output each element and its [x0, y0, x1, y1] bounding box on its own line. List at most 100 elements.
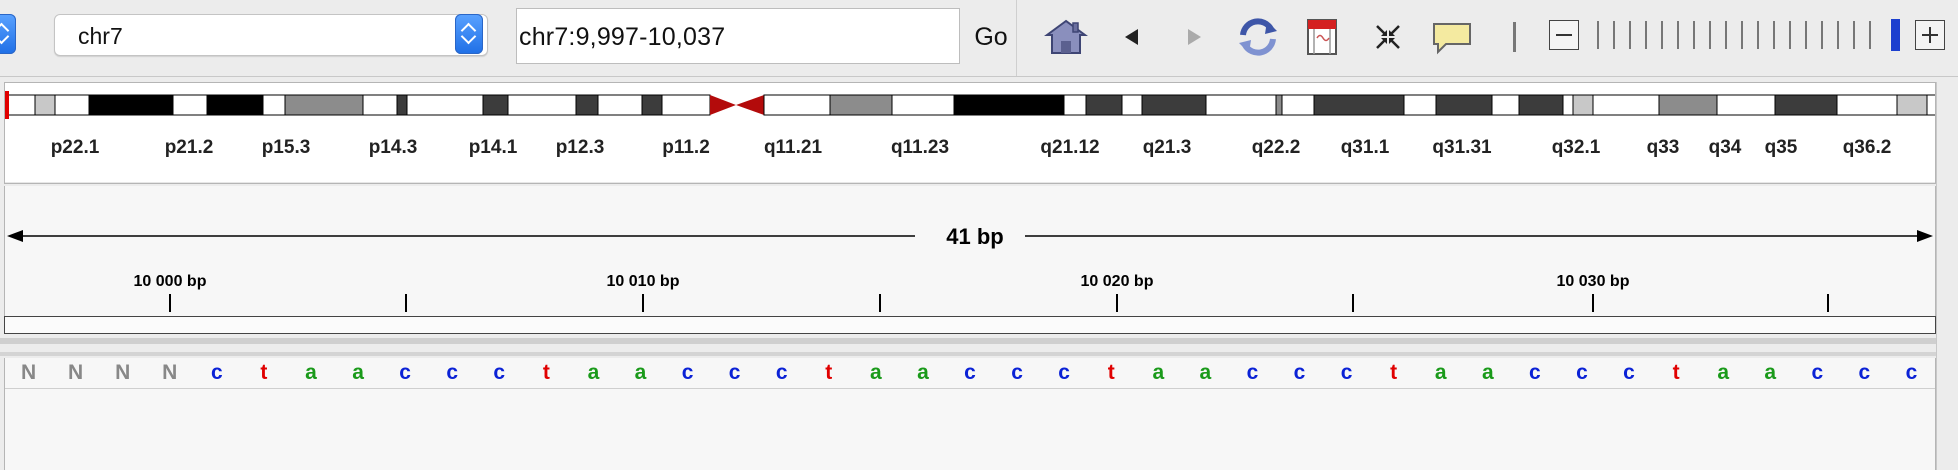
- cytoband[interactable]: [172, 94, 208, 116]
- cytoband[interactable]: [54, 94, 90, 116]
- region-of-interest-icon[interactable]: [1298, 12, 1346, 62]
- cytoband[interactable]: [641, 94, 663, 116]
- cytoband[interactable]: [6, 94, 36, 116]
- cytoband[interactable]: [1085, 94, 1123, 116]
- fit-window-icon[interactable]: [1364, 12, 1412, 62]
- zoom-tick[interactable]: [1693, 21, 1695, 49]
- cytoband[interactable]: [88, 94, 174, 116]
- base-c[interactable]: c: [1290, 361, 1310, 385]
- zoom-tick[interactable]: [1853, 21, 1855, 49]
- cytoband[interactable]: [406, 94, 484, 116]
- base-a[interactable]: a: [348, 361, 368, 385]
- cytoband[interactable]: [1141, 94, 1207, 116]
- base-a[interactable]: a: [583, 361, 603, 385]
- base-c[interactable]: c: [1525, 361, 1545, 385]
- cytoband[interactable]: [1491, 94, 1520, 116]
- chevron-up-down-icon[interactable]: [455, 14, 483, 54]
- cytoband[interactable]: [482, 94, 509, 116]
- cytoband[interactable]: [396, 94, 408, 116]
- chromosome-ideogram-panel[interactable]: p22.1 p21.2 p15.3 p14.3 p14.1 p12.3 p11.2 q11.2…: [4, 82, 1936, 184]
- cytoband[interactable]: [284, 94, 364, 116]
- base-a[interactable]: a: [1478, 361, 1498, 385]
- cytoband[interactable]: [1281, 94, 1315, 116]
- cytoband[interactable]: [1774, 94, 1838, 116]
- base-c[interactable]: c: [725, 361, 745, 385]
- zoom-tick[interactable]: [1645, 21, 1647, 49]
- cytoband[interactable]: [1063, 94, 1087, 116]
- cytoband[interactable]: [1205, 94, 1277, 116]
- base-c[interactable]: c: [1807, 361, 1827, 385]
- cytoband[interactable]: [597, 94, 643, 116]
- cytoband[interactable]: [1592, 94, 1660, 116]
- base-t[interactable]: t: [1101, 361, 1121, 385]
- cytoband[interactable]: [661, 94, 711, 116]
- cytoband[interactable]: [829, 94, 893, 116]
- base-c[interactable]: c: [1854, 361, 1874, 385]
- panel-divider[interactable]: [0, 338, 1958, 344]
- zoom-slider[interactable]: [1597, 21, 1897, 49]
- base-c[interactable]: c: [678, 361, 698, 385]
- forward-icon[interactable]: [1170, 12, 1218, 62]
- locus-search-input[interactable]: chr7:9,997-10,037: [516, 8, 960, 64]
- base-a[interactable]: a: [1713, 361, 1733, 385]
- base-c[interactable]: c: [1054, 361, 1074, 385]
- base-a[interactable]: a: [1195, 361, 1215, 385]
- cytoband[interactable]: [1313, 94, 1405, 116]
- zoom-tick[interactable]: [1725, 21, 1727, 49]
- base-c[interactable]: c: [1619, 361, 1639, 385]
- cytoband[interactable]: [1716, 94, 1776, 116]
- base-a[interactable]: a: [630, 361, 650, 385]
- zoom-tick[interactable]: [1661, 21, 1663, 49]
- genome-select-stepper[interactable]: [0, 14, 16, 54]
- cytoband[interactable]: [206, 94, 264, 116]
- base-t[interactable]: t: [254, 361, 274, 385]
- cytoband[interactable]: [1562, 94, 1574, 116]
- base-t[interactable]: t: [819, 361, 839, 385]
- sequence-track-panel[interactable]: N N N Nc t a a c c c t a a c c c t a a c c c t a a c c c t a a c c c t a a c c…: [4, 358, 1936, 470]
- zoom-tick[interactable]: [1869, 21, 1871, 49]
- home-icon[interactable]: [1042, 12, 1090, 62]
- cytoband[interactable]: [362, 94, 398, 116]
- cytoband[interactable]: [34, 94, 56, 116]
- sequence-track[interactable]: N N N Nc t a a c c c t a a c c c t a a c c c t a a c c c t a a c c c t a a c c…: [5, 358, 1935, 389]
- cytoband[interactable]: [1518, 94, 1564, 116]
- zoom-tick[interactable]: [1789, 21, 1791, 49]
- zoom-tick[interactable]: [1821, 21, 1823, 49]
- base-c[interactable]: c: [207, 361, 227, 385]
- cytoband[interactable]: [575, 94, 599, 116]
- base-c[interactable]: c: [489, 361, 509, 385]
- zoom-out-icon[interactable]: [1549, 20, 1579, 50]
- back-icon[interactable]: [1108, 12, 1156, 62]
- base-c[interactable]: c: [1337, 361, 1357, 385]
- base-t[interactable]: t: [1666, 361, 1686, 385]
- cytoband[interactable]: [1572, 94, 1594, 116]
- base-c[interactable]: c: [1007, 361, 1027, 385]
- base-c[interactable]: c: [1572, 361, 1592, 385]
- cytoband[interactable]: [1403, 94, 1437, 116]
- zoom-tick[interactable]: [1741, 21, 1743, 49]
- cytoband[interactable]: [763, 94, 831, 116]
- base-a[interactable]: a: [913, 361, 933, 385]
- zoom-tick[interactable]: [1613, 21, 1615, 49]
- cytoband[interactable]: [1836, 94, 1898, 116]
- zoom-tick[interactable]: [1805, 21, 1807, 49]
- base-N[interactable]: N: [19, 361, 39, 385]
- base-c[interactable]: c: [442, 361, 462, 385]
- centromere[interactable]: [710, 95, 736, 115]
- panel-divider[interactable]: [0, 352, 1958, 356]
- base-t[interactable]: t: [536, 361, 556, 385]
- cytoband[interactable]: [1658, 94, 1718, 116]
- go-button[interactable]: Go: [966, 14, 1016, 60]
- cytoband[interactable]: [891, 94, 955, 116]
- cytoband[interactable]: [1121, 94, 1143, 116]
- zoom-tick[interactable]: [1597, 21, 1599, 49]
- zoom-tick[interactable]: [1709, 21, 1711, 49]
- base-a[interactable]: a: [866, 361, 886, 385]
- base-N[interactable]: N: [160, 361, 180, 385]
- cytoband[interactable]: [1435, 94, 1493, 116]
- base-N[interactable]: N: [66, 361, 86, 385]
- zoom-tick[interactable]: [1837, 21, 1839, 49]
- base-a[interactable]: a: [1760, 361, 1780, 385]
- cytoband[interactable]: [1896, 94, 1928, 116]
- cytoband[interactable]: [1275, 94, 1283, 116]
